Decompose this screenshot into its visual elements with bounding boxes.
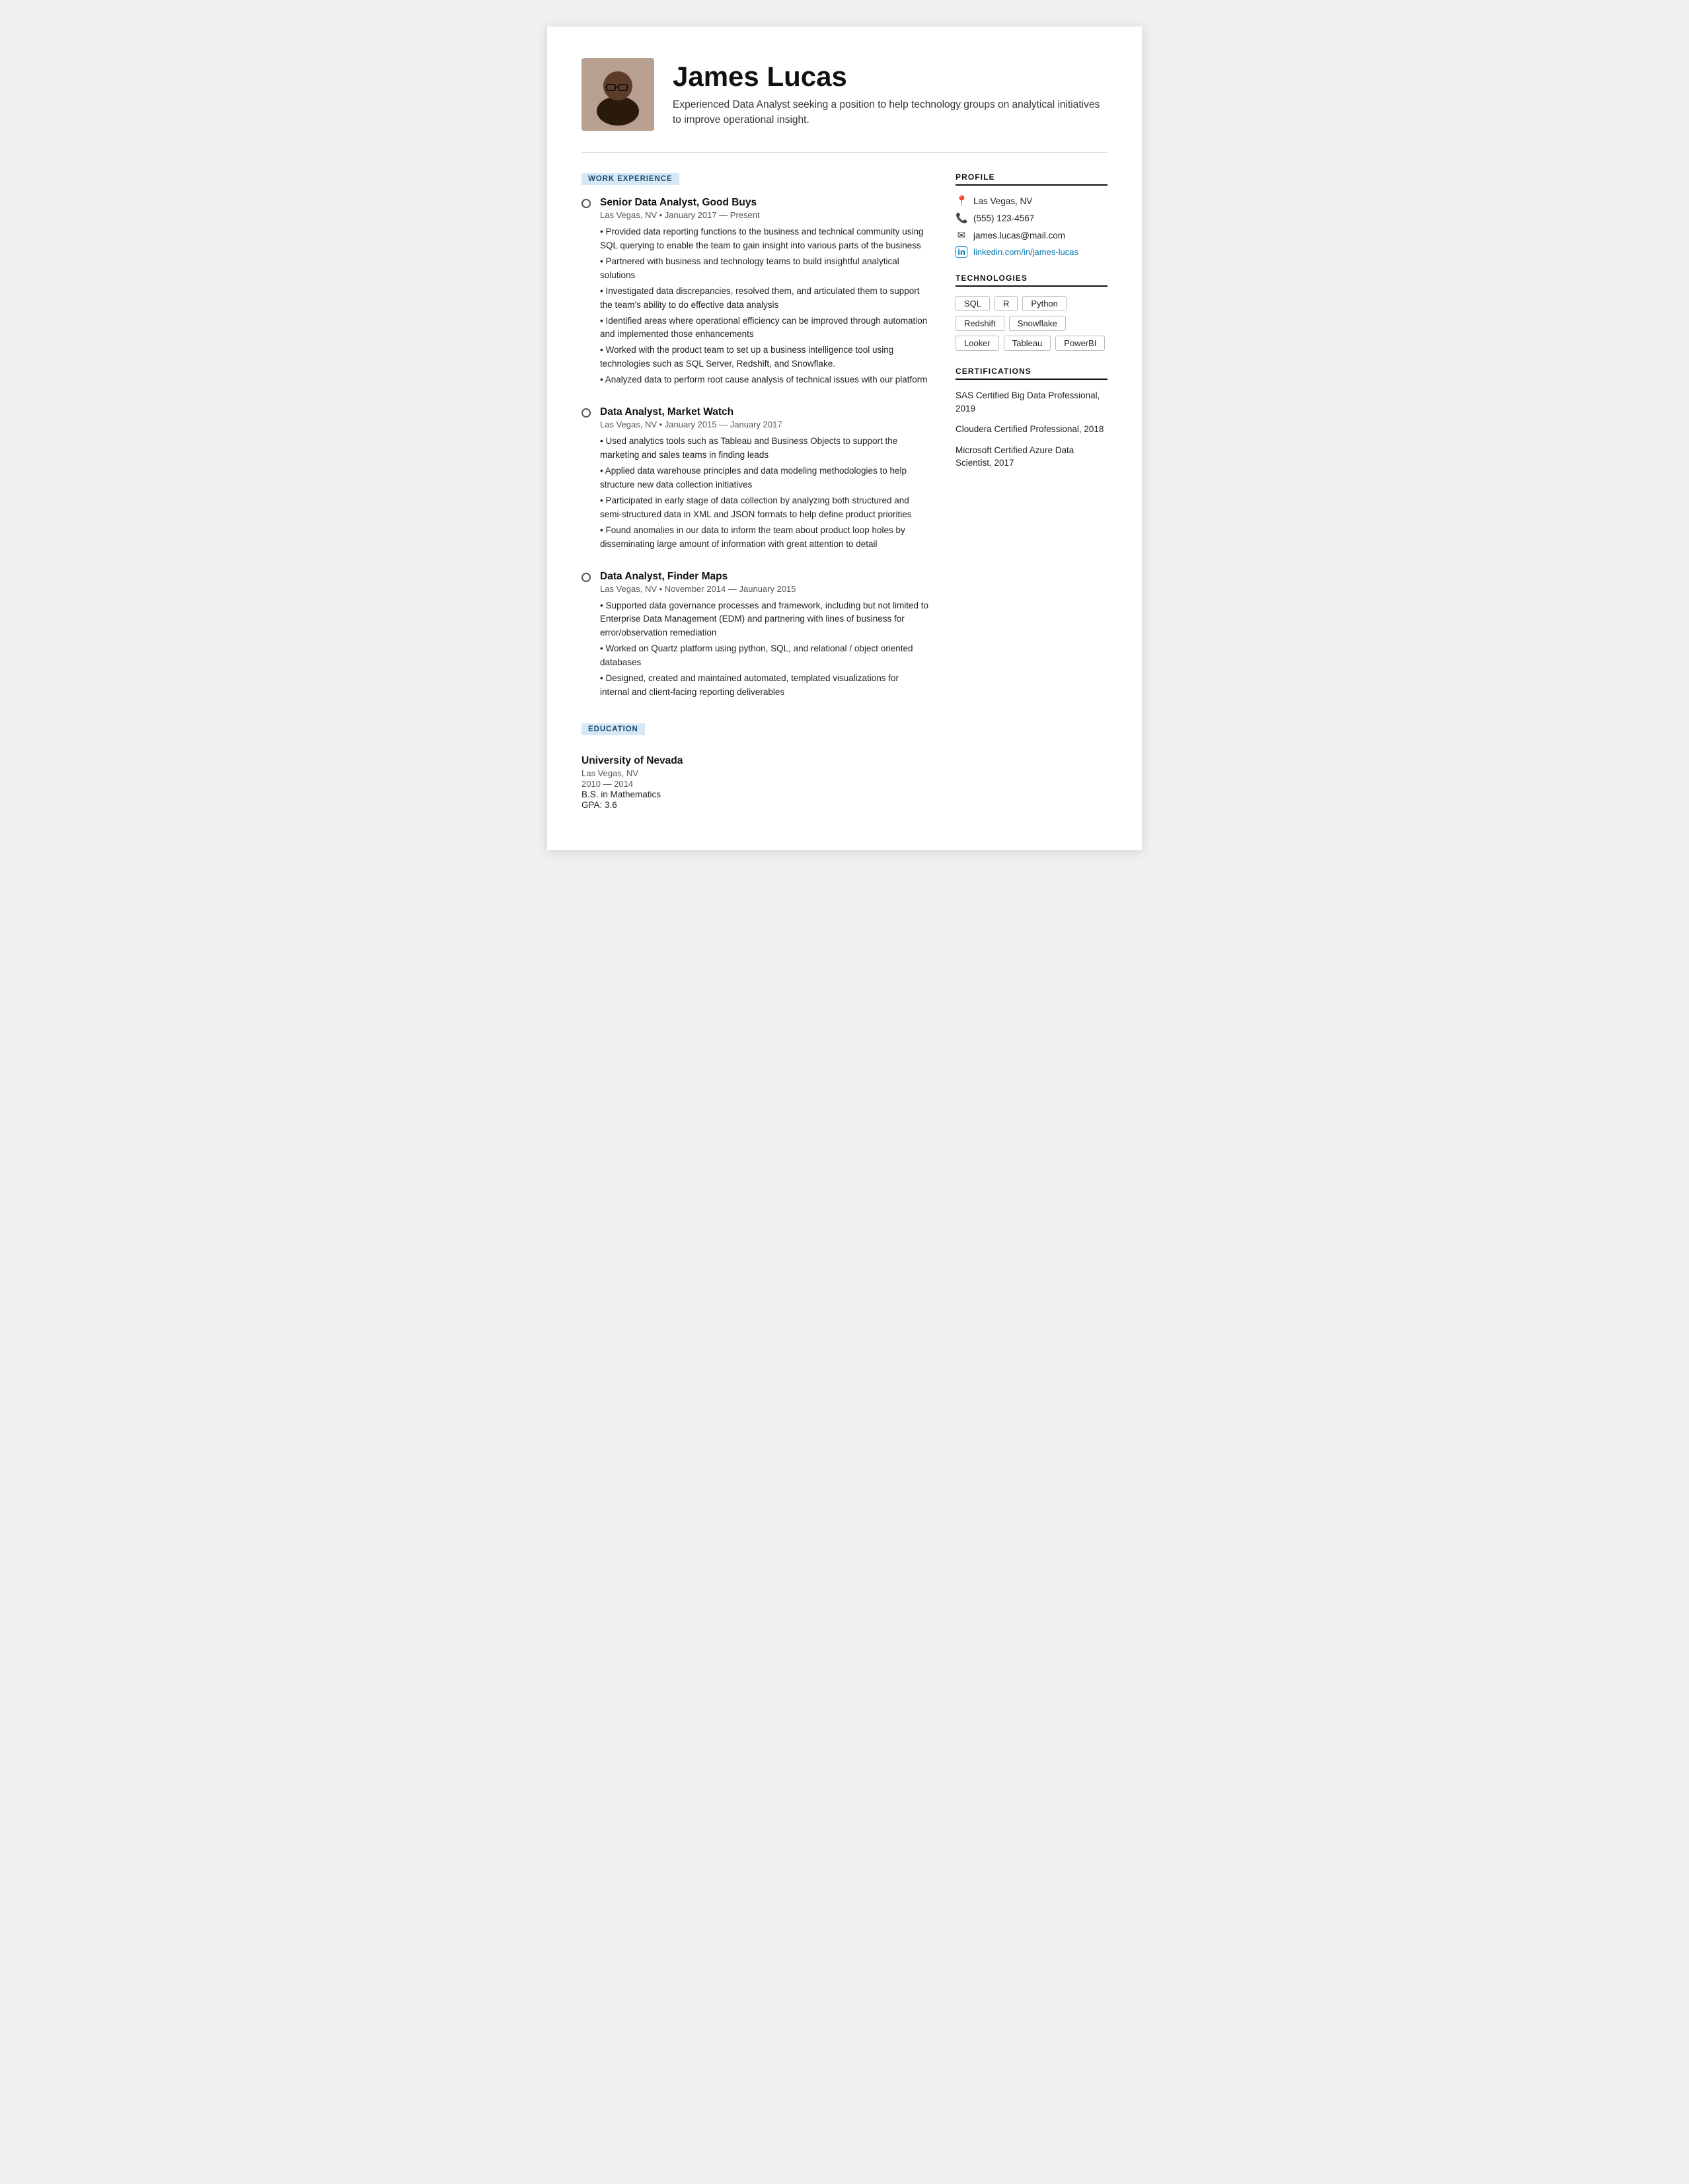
work-meta: Las Vegas, NV • January 2015 — January 2… [600,419,929,429]
technologies-label: TECHNOLOGIES [956,273,1107,287]
circle-dot [582,573,591,582]
work-experience-label: WORK EXPERIENCE [582,173,679,185]
work-meta: Las Vegas, NV • January 2017 — Present [600,210,929,220]
profile-label: PROFILE [956,172,1107,186]
tech-tag-sql: SQL [956,296,990,311]
work-item: Senior Data Analyst, Good Buys Las Vegas… [582,197,929,389]
candidate-subtitle: Experienced Data Analyst seeking a posit… [673,97,1107,128]
bullet: • Provided data reporting functions to t… [600,225,929,253]
bullet: • Worked with the product team to set up… [600,344,929,371]
tech-tag-tableau: Tableau [1004,336,1051,351]
bullet: • Worked on Quartz platform using python… [600,642,929,670]
circle-dot [582,408,591,418]
avatar [582,58,654,131]
work-meta: Las Vegas, NV • November 2014 — Jaunuary… [600,584,929,594]
phone-icon: 📞 [956,212,967,224]
bullet: • Participated in early stage of data co… [600,494,929,522]
bullet: • Partnered with business and technology… [600,255,929,283]
profile-items: 📍 Las Vegas, NV 📞 (555) 123-4567 ✉ james… [956,195,1107,258]
work-bullets: • Supported data governance processes an… [600,599,929,700]
bullet: • Found anomalies in our data to inform … [600,524,929,552]
education-section: EDUCATION University of Nevada Las Vegas… [582,723,929,810]
work-content: Data Analyst, Market Watch Las Vegas, NV… [600,406,929,553]
edu-location: Las Vegas, NV [582,768,929,778]
email-icon: ✉ [956,229,967,241]
edu-degree: B.S. in Mathematics [582,789,929,799]
tech-tag-r: R [995,296,1018,311]
work-item: Data Analyst, Finder Maps Las Vegas, NV … [582,571,929,702]
bullet: • Identified areas where operational eff… [600,314,929,342]
work-bullets: • Provided data reporting functions to t… [600,225,929,387]
edu-school: University of Nevada [582,755,929,767]
body-section: WORK EXPERIENCE Senior Data Analyst, Goo… [582,172,1107,811]
left-column: WORK EXPERIENCE Senior Data Analyst, Goo… [582,172,929,811]
email-text: james.lucas@mail.com [973,231,1065,240]
profile-email: ✉ james.lucas@mail.com [956,229,1107,241]
cert-item: Cloudera Certified Professional, 2018 [956,423,1107,436]
profile-section: PROFILE 📍 Las Vegas, NV 📞 (555) 123-4567… [956,172,1107,258]
bullet: • Designed, created and maintained autom… [600,672,929,700]
work-title: Senior Data Analyst, Good Buys [600,197,929,209]
tech-tag-powerbi: PowerBI [1055,336,1105,351]
work-bullets: • Used analytics tools such as Tableau a… [600,435,929,551]
right-column: PROFILE 📍 Las Vegas, NV 📞 (555) 123-4567… [956,172,1107,811]
candidate-name: James Lucas [673,61,1107,92]
cert-item: Microsoft Certified Azure Data Scientist… [956,444,1107,470]
technologies-section: TECHNOLOGIES SQL R Python Redshift Snowf… [956,273,1107,351]
certifications-section: CERTIFICATIONS SAS Certified Big Data Pr… [956,367,1107,470]
location-text: Las Vegas, NV [973,196,1032,206]
bullet: • Analyzed data to perform root cause an… [600,373,929,387]
work-circle [582,573,591,702]
edu-gpa: GPA: 3.6 [582,800,929,810]
work-circle [582,199,591,389]
tech-tag-redshift: Redshift [956,316,1004,331]
work-circle [582,408,591,553]
linkedin-text: linkedin.com/in/james-lucas [973,247,1078,257]
work-content: Data Analyst, Finder Maps Las Vegas, NV … [600,571,929,702]
header-section: James Lucas Experienced Data Analyst see… [582,58,1107,131]
bullet: • Used analytics tools such as Tableau a… [600,435,929,462]
profile-phone: 📞 (555) 123-4567 [956,212,1107,224]
bullet: • Investigated data discrepancies, resol… [600,285,929,312]
cert-item: SAS Certified Big Data Professional, 201… [956,389,1107,415]
certifications-label: CERTIFICATIONS [956,367,1107,380]
work-item: Data Analyst, Market Watch Las Vegas, NV… [582,406,929,553]
education-label: EDUCATION [582,723,645,735]
linkedin-icon: in [956,246,967,258]
circle-dot [582,199,591,208]
header-divider [582,152,1107,153]
work-content: Senior Data Analyst, Good Buys Las Vegas… [600,197,929,389]
edu-years: 2010 — 2014 [582,779,929,789]
location-icon: 📍 [956,195,967,207]
resume-container: James Lucas Experienced Data Analyst see… [547,26,1142,850]
work-title: Data Analyst, Finder Maps [600,571,929,583]
tech-tag-looker: Looker [956,336,999,351]
profile-location: 📍 Las Vegas, NV [956,195,1107,207]
bullet: • Applied data warehouse principles and … [600,464,929,492]
work-title: Data Analyst, Market Watch [600,406,929,418]
header-text: James Lucas Experienced Data Analyst see… [673,61,1107,128]
phone-text: (555) 123-4567 [973,213,1034,223]
tech-tag-snowflake: Snowflake [1009,316,1066,331]
tech-tag-python: Python [1022,296,1066,311]
profile-linkedin[interactable]: in linkedin.com/in/james-lucas [956,246,1107,258]
tech-tags: SQL R Python Redshift Snowflake Looker T… [956,296,1107,351]
bullet: • Supported data governance processes an… [600,599,929,641]
work-experience-section: WORK EXPERIENCE Senior Data Analyst, Goo… [582,172,929,702]
